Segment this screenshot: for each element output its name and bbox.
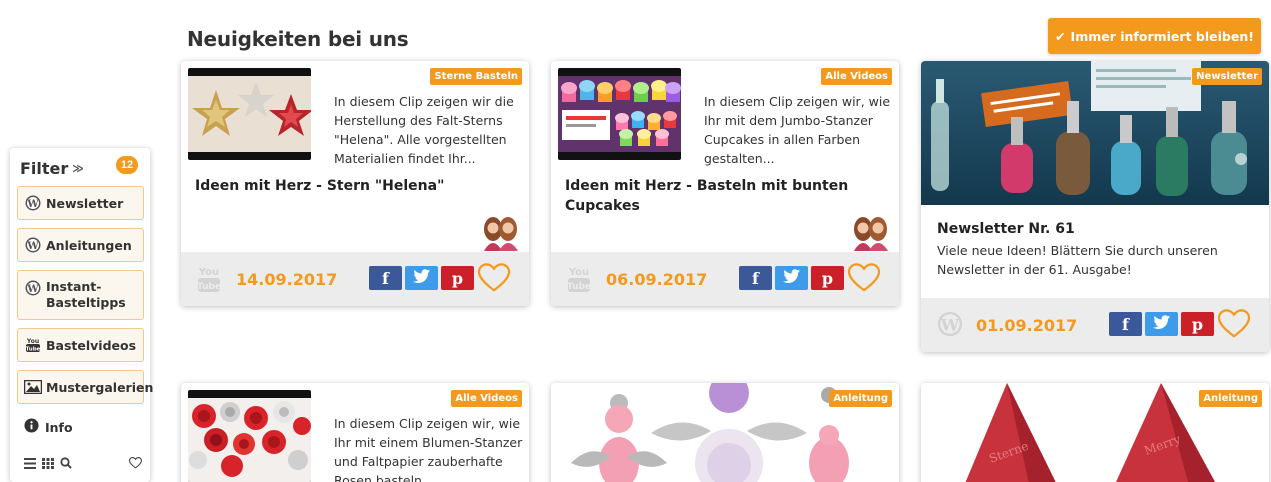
twitter-icon [782, 268, 801, 288]
category-tag[interactable]: Anleitung [1199, 390, 1262, 407]
filter-newsletter-label: Newsletter [46, 195, 124, 211]
facebook-share-button[interactable]: f [739, 266, 772, 290]
svg-text:You: You [568, 267, 589, 278]
category-tag[interactable]: Alle Videos [821, 68, 892, 85]
filter-mustergalerien-label: Mustergalerien [46, 379, 154, 395]
card-thumbnail[interactable] [188, 390, 311, 482]
author-avatar [482, 213, 520, 251]
svg-text:Tube: Tube [567, 282, 591, 292]
subscribe-button[interactable]: ✔ Immer informiert bleiben! [1048, 18, 1261, 54]
share-buttons: f p [369, 263, 511, 293]
card-thumbnail[interactable] [558, 68, 681, 160]
wordpress-icon: W [937, 311, 963, 342]
category-tag[interactable]: Alle Videos [451, 390, 522, 407]
news-card[interactable]: Alle Videos In diesem Clip zeigen wir, w… [551, 61, 899, 306]
svg-text:W: W [26, 199, 39, 210]
card-date: 06.09.2017 [606, 270, 708, 289]
filter-newsletter-button[interactable]: W Newsletter [17, 186, 144, 220]
svg-text:You: You [26, 338, 39, 345]
news-card[interactable]: Anleitung [551, 383, 899, 482]
page: Neuigkeiten bei uns ✔ Immer informiert b… [0, 0, 1271, 482]
category-tag[interactable]: Sterne Basteln [430, 68, 522, 85]
chevron-double-down-icon: ≫ [72, 161, 84, 175]
card-title[interactable]: Ideen mit Herz - Basteln mit bunten Cupc… [565, 176, 885, 216]
view-toolbar [24, 456, 143, 472]
grid-view-icon[interactable] [42, 456, 54, 472]
filter-count-badge: 12 [116, 156, 138, 174]
twitter-share-button[interactable] [775, 266, 808, 290]
youtube-icon: You Tube [197, 264, 221, 299]
card-thumbnail[interactable] [188, 68, 311, 160]
svg-text:Tube: Tube [26, 347, 41, 353]
subscribe-button-label: Immer informiert bleiben! [1070, 28, 1254, 44]
facebook-icon: f [752, 268, 759, 288]
card-description: In diesem Clip zeigen wir die Herstellun… [334, 94, 514, 166]
youtube-icon: You Tube [24, 336, 42, 354]
svg-text:You: You [198, 267, 219, 278]
card-title[interactable]: Ideen mit Herz - Stern "Helena" [195, 176, 515, 196]
image-icon [24, 378, 42, 396]
info-link[interactable]: Info [24, 418, 73, 436]
favorite-heart-icon[interactable] [847, 263, 881, 293]
search-icon[interactable] [60, 456, 72, 472]
facebook-icon: f [382, 268, 389, 288]
page-title: Neuigkeiten bei uns [187, 27, 409, 51]
favorites-heart-icon[interactable] [128, 456, 143, 472]
checkmark-icon: ✔ [1055, 28, 1066, 44]
pinterest-icon: p [1191, 314, 1204, 334]
svg-text:W: W [940, 316, 960, 335]
category-tag[interactable]: Newsletter [1192, 68, 1262, 85]
news-card[interactable]: Sterne Merry Anleitung [921, 383, 1269, 482]
filter-anleitungen-label: Anleitungen [46, 237, 132, 253]
card-footer: You Tube 14.09.2017 f p [181, 252, 529, 306]
news-card[interactable]: Alle Videos In diesem Clip zeigen wir, w… [181, 383, 529, 482]
filter-panel: Filter ≫ 12 W Newsletter W Anleitungen W… [10, 148, 153, 482]
info-label: Info [45, 419, 73, 435]
wordpress-icon: W [24, 194, 42, 212]
pinterest-share-button[interactable]: p [1181, 312, 1214, 336]
svg-text:W: W [26, 284, 39, 295]
list-view-icon[interactable] [24, 456, 36, 472]
filter-bastelvideos-button[interactable]: You Tube Bastelvideos [17, 328, 144, 362]
twitter-icon [412, 268, 431, 288]
card-date: 01.09.2017 [976, 316, 1078, 335]
pinterest-share-button[interactable]: p [811, 266, 844, 290]
info-icon [24, 418, 39, 436]
pinterest-share-button[interactable]: p [441, 266, 474, 290]
twitter-share-button[interactable] [405, 266, 438, 290]
filter-mustergalerien-button[interactable]: Mustergalerien [17, 370, 153, 404]
facebook-share-button[interactable]: f [369, 266, 402, 290]
twitter-icon [1152, 314, 1171, 334]
card-description: Viele neue Ideen! Blättern Sie durch uns… [937, 243, 1218, 277]
facebook-share-button[interactable]: f [1109, 312, 1142, 336]
category-tag[interactable]: Anleitung [829, 390, 892, 407]
facebook-icon: f [1122, 314, 1129, 334]
filter-bastelvideos-label: Bastelvideos [46, 337, 137, 353]
card-footer: W 01.09.2017 f p [921, 298, 1269, 352]
youtube-icon: You Tube [567, 264, 591, 299]
wordpress-icon: W [24, 279, 42, 297]
wordpress-icon: W [24, 236, 42, 254]
share-buttons: f p [1109, 309, 1251, 339]
favorite-heart-icon[interactable] [1217, 309, 1251, 339]
filter-instant-basteltipps-label: Instant-Basteltipps [46, 279, 126, 310]
pinterest-icon: p [451, 268, 464, 288]
twitter-share-button[interactable] [1145, 312, 1178, 336]
filter-anleitungen-button[interactable]: W Anleitungen [17, 228, 144, 262]
filter-instant-basteltipps-button[interactable]: W Instant-Basteltipps [17, 270, 144, 320]
pinterest-icon: p [821, 268, 834, 288]
news-card[interactable]: Newsletter Newsletter Nr. 61 Viele neue … [921, 61, 1269, 352]
author-avatar [852, 213, 890, 251]
card-footer: You Tube 06.09.2017 f p [551, 252, 899, 306]
svg-text:W: W [26, 241, 39, 252]
card-title[interactable]: Newsletter Nr. 61 [937, 219, 1257, 239]
share-buttons: f p [739, 263, 881, 293]
filter-title: Filter [20, 158, 69, 178]
favorite-heart-icon[interactable] [477, 263, 511, 293]
card-description: In diesem Clip zeigen wir, wie Ihr mit d… [704, 94, 891, 166]
card-description: In diesem Clip zeigen wir, wie Ihr mit e… [334, 416, 523, 482]
card-date: 14.09.2017 [236, 270, 338, 289]
news-card[interactable]: Sterne Basteln In diesem Clip zeigen wir… [181, 61, 529, 306]
svg-text:Tube: Tube [197, 282, 221, 292]
